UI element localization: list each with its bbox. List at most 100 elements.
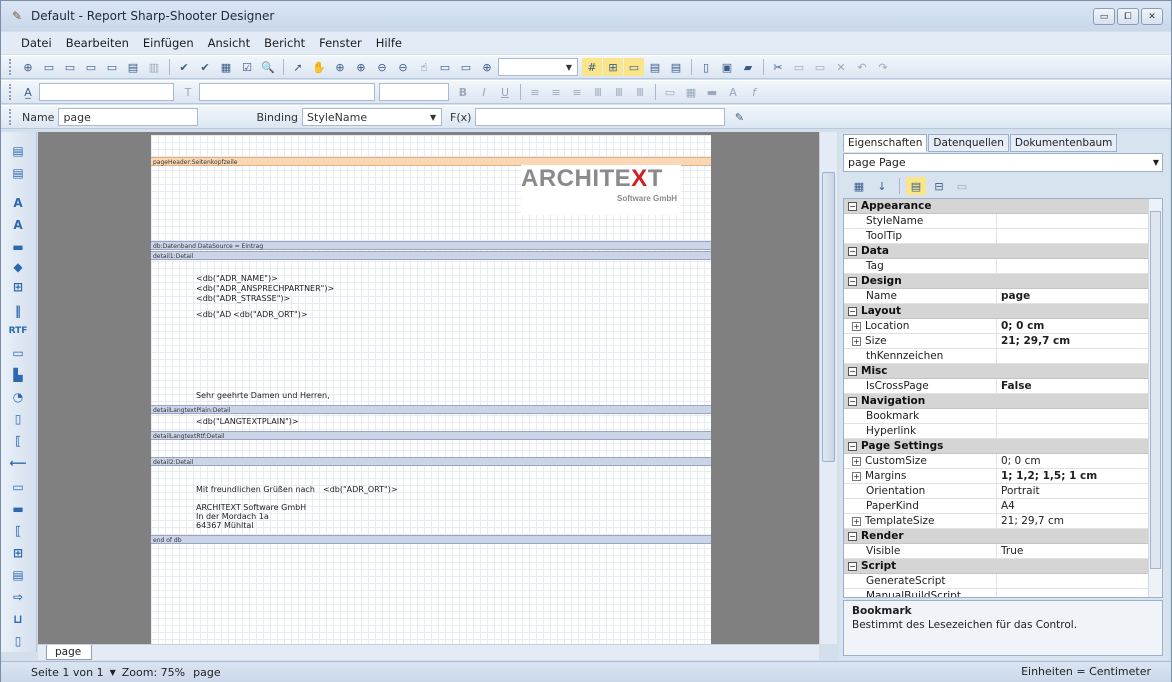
valign-bottom-icon[interactable]: Ⅲ (630, 83, 650, 101)
font-size-combo[interactable] (379, 83, 449, 101)
italic-icon[interactable]: I (474, 83, 494, 101)
align-icon[interactable]: ⊕ (18, 58, 38, 76)
property-category[interactable]: − Script (844, 559, 1162, 574)
check2-icon[interactable]: ✔ (195, 58, 215, 76)
footer-tool-icon[interactable]: ⊔ (9, 610, 27, 628)
property-category[interactable]: − Misc (844, 364, 1162, 379)
zoom-in-icon[interactable]: ⊕ (330, 58, 350, 76)
collapse-icon[interactable]: − (848, 367, 857, 376)
collapse-icon[interactable]: − (848, 397, 857, 406)
object-selector[interactable]: page Page ▼ (843, 153, 1163, 172)
undo-icon[interactable]: ↶ (852, 58, 872, 76)
style-combo[interactable] (39, 83, 174, 101)
property-category[interactable]: − Appearance (844, 199, 1162, 214)
align-right-icon[interactable]: ▭ (81, 58, 101, 76)
collapse-icon[interactable]: − (848, 532, 857, 541)
hand-icon[interactable]: ✋ (309, 58, 329, 76)
property-row[interactable]: Visible True (844, 544, 1162, 559)
chevron-down-icon[interactable]: ▼ (110, 668, 116, 677)
property-value[interactable]: page (997, 289, 1162, 303)
property-value[interactable]: A4 (997, 499, 1162, 513)
arrow-tool-icon[interactable]: ⇨ (9, 588, 27, 606)
greeting-field[interactable]: Mit freundlichen Grüßen nach (196, 485, 315, 494)
property-row[interactable]: ToolTip (844, 229, 1162, 244)
property-value[interactable]: 21; 29,7 cm (997, 334, 1162, 348)
bands-icon[interactable]: ▭ (624, 58, 644, 76)
bold-icon[interactable]: B (453, 83, 473, 101)
textbox-tool-icon[interactable]: A (9, 194, 27, 212)
property-row[interactable]: + Margins 1; 1,2; 1,5; 1 cm (844, 469, 1162, 484)
checkbox-icon[interactable]: ☑ (237, 58, 257, 76)
property-category[interactable]: − Data (844, 244, 1162, 259)
zoom-level[interactable]: Zoom: 75% (122, 666, 185, 679)
border-icon[interactable]: ▭ (660, 83, 680, 101)
name-field[interactable]: page (58, 108, 199, 126)
sender-name-field[interactable]: ARCHITEXT Software GmbH (196, 503, 306, 512)
align-left-icon[interactable]: ▭ (39, 58, 59, 76)
tree-icon[interactable]: ▤ (645, 58, 665, 76)
menu-einfuegen[interactable]: Einfügen (143, 36, 194, 50)
expand-icon[interactable]: + (852, 472, 861, 481)
property-value[interactable] (997, 409, 1162, 423)
property-row[interactable]: Orientation Portrait (844, 484, 1162, 499)
end-of-db-band[interactable]: end of db (151, 535, 711, 544)
collapse-icon[interactable]: − (848, 442, 857, 451)
panel-tool-icon[interactable]: ▭ (9, 344, 27, 362)
toolbar-grip[interactable] (9, 109, 12, 125)
adr-ort-field[interactable]: <db("ADR_ORT")> (233, 310, 308, 319)
property-value[interactable] (997, 214, 1162, 228)
collapse-icon[interactable]: − (848, 562, 857, 571)
expand-icon[interactable]: + (852, 457, 861, 466)
properties-icon[interactable]: ▤ (906, 177, 926, 195)
props-icon[interactable]: ▤ (666, 58, 686, 76)
open-icon[interactable]: ▰ (738, 58, 758, 76)
property-row[interactable]: ManualBuildScript (844, 589, 1162, 597)
collapse-icon[interactable]: − (848, 307, 857, 316)
property-row[interactable]: GenerateScript (844, 574, 1162, 589)
band-tool-icon[interactable]: ▤ (9, 142, 27, 160)
adr-name-field[interactable]: <db("ADR_NAME")> (196, 274, 278, 283)
zoom-100-icon[interactable]: ⊕ (477, 58, 497, 76)
preview-icon[interactable]: 🔍 (258, 58, 278, 76)
property-category[interactable]: − Design (844, 274, 1162, 289)
property-value[interactable]: 21; 29,7 cm (997, 514, 1162, 528)
company-logo[interactable]: ARCHITEXT Software GmbH (521, 165, 681, 215)
expression-field[interactable] (475, 108, 726, 126)
menu-datei[interactable]: Datei (21, 36, 52, 50)
page-tool-icon[interactable]: ▯ (9, 410, 27, 428)
expand-icon[interactable]: + (852, 337, 861, 346)
shape-tool-icon[interactable]: ◆ (9, 258, 27, 276)
databand-band[interactable]: db:Datenband DataSource = Eintrag (151, 241, 711, 250)
property-row[interactable]: thKennzeichen (844, 349, 1162, 364)
pointer-icon[interactable]: ➚ (288, 58, 308, 76)
menu-bericht[interactable]: Bericht (264, 36, 305, 50)
align-right-text-icon[interactable]: ≡ (567, 83, 587, 101)
report-page[interactable]: pageHeader:Seitenkopfzeile ARCHITEXT Sof… (151, 135, 711, 644)
snap-icon[interactable]: ⊞ (603, 58, 623, 76)
align-bottom-icon[interactable]: ▤ (123, 58, 143, 76)
detail-langtext-plain-band[interactable]: detailLangtextPlain:Detail (151, 405, 711, 414)
property-row[interactable]: + CustomSize 0; 0 cm (844, 454, 1162, 469)
detail2-band[interactable]: detail2:Detail (151, 457, 711, 466)
tab-datenquellen[interactable]: Datenquellen (928, 134, 1009, 152)
list-tool-icon[interactable]: ▤ (9, 566, 27, 584)
property-row[interactable]: + Size 21; 29,7 cm (844, 334, 1162, 349)
detail-tool-icon[interactable]: ▤ (9, 164, 27, 182)
property-grid[interactable]: − Appearance StyleName ToolTip − Data Tag − Desi… (843, 198, 1163, 598)
sender-street-field[interactable]: In der Mordach 1a (196, 512, 269, 521)
page-width-icon[interactable]: ▭ (456, 58, 476, 76)
menu-fenster[interactable]: Fenster (319, 36, 362, 50)
property-value[interactable] (997, 229, 1162, 243)
paste-icon[interactable]: ▭ (810, 58, 830, 76)
table-tool-icon[interactable]: ⊞ (9, 544, 27, 562)
categorized-icon[interactable]: ▦ (849, 177, 869, 195)
richtext-tool-icon[interactable]: A (9, 216, 27, 234)
canvas-vertical-scrollbar[interactable] (819, 132, 837, 644)
menu-ansicht[interactable]: Ansicht (208, 36, 250, 50)
property-row[interactable]: IsCrossPage False (844, 379, 1162, 394)
zoom-out2-icon[interactable]: ⊖ (393, 58, 413, 76)
greeting-ort-field[interactable]: <db("ADR_ORT")> (323, 485, 398, 494)
expression-editor-icon[interactable]: ✎ (729, 108, 749, 126)
property-value[interactable] (997, 259, 1162, 273)
border-style-icon[interactable]: ▦ (681, 83, 701, 101)
